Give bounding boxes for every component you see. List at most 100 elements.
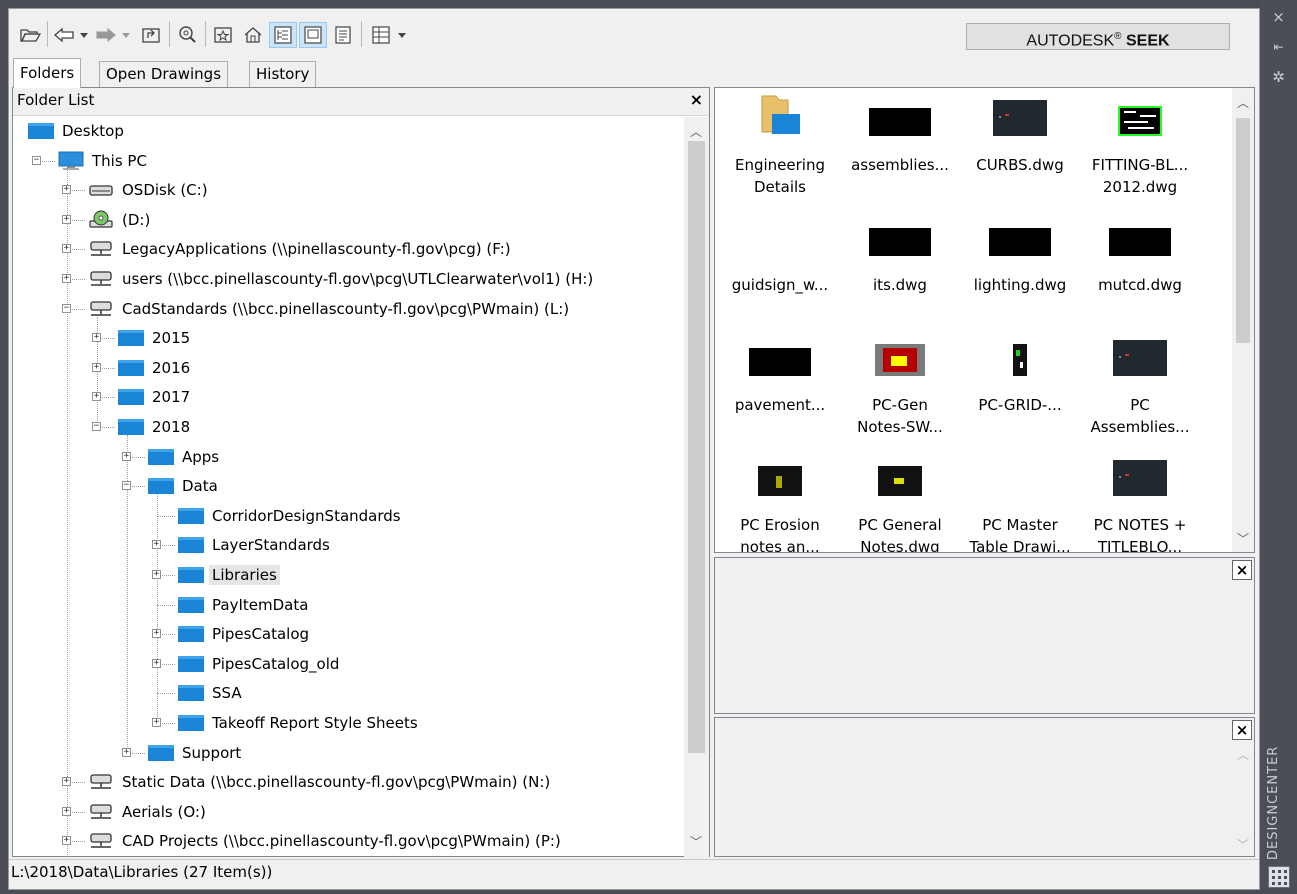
content-item[interactable]: mutcd.dwg bbox=[1081, 216, 1199, 326]
load-folder-icon[interactable] bbox=[17, 22, 43, 48]
tab-history[interactable]: History bbox=[249, 61, 317, 88]
tree-node[interactable]: users (\\bcc.pinellascounty-fl.gov\pcg\U… bbox=[87, 265, 596, 293]
tree-node[interactable]: CAD Projects (\\bcc.pinellascounty-fl.go… bbox=[87, 827, 564, 855]
collapse-icon[interactable]: − bbox=[92, 422, 101, 431]
scroll-down-arrow-icon[interactable]: ﹀ bbox=[1237, 836, 1249, 853]
tree-node[interactable]: PipesCatalog bbox=[177, 620, 312, 648]
forward-dropdown-icon[interactable] bbox=[119, 22, 133, 48]
expand-icon[interactable]: + bbox=[152, 629, 161, 639]
tree-node-label[interactable]: 2016 bbox=[149, 358, 193, 378]
back-icon[interactable] bbox=[51, 22, 77, 48]
content-item[interactable]: PC NOTES + TITLEBLO... bbox=[1081, 456, 1199, 552]
expand-icon[interactable]: + bbox=[62, 836, 71, 846]
tree-node-label[interactable]: users (\\bcc.pinellascounty-fl.gov\pcg\U… bbox=[119, 269, 596, 289]
scrollbar-thumb[interactable] bbox=[1236, 118, 1250, 343]
tree-node-label[interactable]: 2015 bbox=[149, 328, 193, 348]
description-close-button[interactable]: × bbox=[1232, 720, 1252, 740]
content-item[interactable]: PC General Notes.dwg bbox=[841, 456, 959, 552]
tree-node[interactable]: Desktop bbox=[27, 117, 127, 145]
tree-node[interactable]: 2015 bbox=[117, 324, 193, 352]
tree-node[interactable]: Static Data (\\bcc.pinellascounty-fl.gov… bbox=[87, 768, 553, 796]
up-folder-icon[interactable] bbox=[137, 22, 165, 48]
tree-node-label[interactable]: CadStandards (\\bcc.pinellascounty-fl.go… bbox=[119, 299, 572, 319]
expand-icon[interactable]: + bbox=[62, 244, 71, 254]
expand-icon[interactable]: + bbox=[122, 451, 131, 461]
folder-list-close-button[interactable]: × bbox=[690, 90, 703, 109]
tree-node-label[interactable]: Aerials (O:) bbox=[119, 802, 209, 822]
content-item[interactable]: pavement... bbox=[721, 336, 839, 446]
tree-node[interactable]: 2018 bbox=[117, 413, 193, 441]
tree-node[interactable]: OSDisk (C:) bbox=[87, 176, 211, 204]
tree-node[interactable]: 2017 bbox=[117, 383, 193, 411]
forward-icon[interactable] bbox=[93, 22, 119, 48]
content-item[interactable]: PC Master Table Drawi... bbox=[961, 456, 1079, 552]
scroll-up-arrow-icon[interactable]: ︿ bbox=[1237, 94, 1249, 111]
content-item[interactable]: its.dwg bbox=[841, 216, 959, 326]
tree-node[interactable]: Libraries bbox=[177, 561, 280, 589]
content-item[interactable]: PC Assemblies... bbox=[1081, 336, 1199, 446]
tab-folders[interactable]: Folders bbox=[13, 58, 82, 88]
expand-icon[interactable]: + bbox=[152, 658, 161, 668]
tree-node[interactable]: LegacyApplications (\\pinellascounty-fl.… bbox=[87, 235, 514, 263]
tree-node-label[interactable]: PayItemData bbox=[209, 595, 311, 615]
content-item[interactable]: CURBS.dwg bbox=[961, 96, 1079, 206]
tree-node-label[interactable]: 2018 bbox=[149, 417, 193, 437]
tree-node-label[interactable]: Desktop bbox=[59, 121, 127, 141]
tree-node-label[interactable]: PipesCatalog bbox=[209, 624, 312, 644]
content-item[interactable]: PC-Gen Notes-SW... bbox=[841, 336, 959, 446]
preview-toggle-icon[interactable] bbox=[299, 22, 327, 48]
content-item[interactable]: guidsign_w... bbox=[721, 216, 839, 326]
tree-node-label[interactable]: Support bbox=[179, 743, 244, 763]
tree-node[interactable]: CadStandards (\\bcc.pinellascounty-fl.go… bbox=[87, 295, 572, 323]
tree-node[interactable]: (D:) bbox=[87, 206, 153, 234]
views-dropdown-icon[interactable] bbox=[395, 22, 409, 48]
tree-node[interactable]: PayItemData bbox=[177, 591, 311, 619]
scroll-down-arrow-icon[interactable]: ﹀ bbox=[690, 833, 702, 850]
expand-icon[interactable]: + bbox=[62, 806, 71, 816]
tree-node-label[interactable]: This PC bbox=[89, 151, 150, 171]
tree-node-label[interactable]: 2017 bbox=[149, 387, 193, 407]
expand-icon[interactable]: + bbox=[92, 392, 101, 402]
tree-node-label[interactable]: PipesCatalog_old bbox=[209, 654, 342, 674]
tree-node[interactable]: SSA bbox=[177, 679, 245, 707]
expand-icon[interactable]: + bbox=[62, 274, 71, 283]
tree-node-label[interactable]: LayerStandards bbox=[209, 535, 333, 555]
tree-node-label[interactable]: Apps bbox=[179, 447, 222, 467]
autodesk-seek-button[interactable]: AUTODESK® SEEK bbox=[966, 23, 1230, 50]
properties-gear-icon[interactable]: ✲ bbox=[1260, 68, 1297, 86]
expand-icon[interactable]: + bbox=[152, 570, 161, 579]
content-scrollbar[interactable]: ︿ ﹀ bbox=[1232, 88, 1254, 552]
collapse-icon[interactable]: − bbox=[62, 303, 71, 313]
tree-node-label[interactable]: SSA bbox=[209, 683, 245, 703]
tree-view-toggle-icon[interactable] bbox=[269, 22, 297, 48]
expand-icon[interactable]: + bbox=[152, 540, 161, 550]
views-icon[interactable] bbox=[367, 22, 395, 48]
auto-hide-icon[interactable]: ⇤ bbox=[1260, 40, 1297, 54]
content-item[interactable]: Engineering Details bbox=[721, 95, 839, 206]
scrollbar-thumb[interactable] bbox=[688, 141, 705, 753]
tree-node[interactable]: LayerStandards bbox=[177, 531, 333, 559]
favorites-icon[interactable] bbox=[209, 22, 237, 48]
tree-node-label[interactable]: (D:) bbox=[119, 210, 153, 230]
expand-icon[interactable]: + bbox=[152, 718, 161, 727]
content-item[interactable]: PC Erosion notes an... bbox=[721, 456, 839, 552]
tree-node[interactable]: Aerials (O:) bbox=[87, 798, 209, 826]
search-icon[interactable] bbox=[173, 22, 201, 48]
tree-node[interactable]: Takeoff Report Style Sheets bbox=[177, 709, 421, 737]
tree-node-label[interactable]: Libraries bbox=[209, 565, 280, 585]
folder-tree-scrollbar[interactable]: ︿ ﹀ bbox=[684, 117, 709, 857]
description-scrollbar[interactable]: ︿ ﹀ bbox=[1232, 742, 1254, 856]
tree-node[interactable]: Support bbox=[147, 739, 244, 767]
content-item[interactable]: lighting.dwg bbox=[961, 216, 1079, 326]
scroll-up-arrow-icon[interactable]: ︿ bbox=[690, 123, 702, 140]
palette-grip-icon[interactable] bbox=[1268, 866, 1290, 888]
home-icon[interactable] bbox=[239, 22, 267, 48]
tree-node[interactable]: Data bbox=[147, 472, 221, 500]
expand-icon[interactable]: + bbox=[92, 333, 101, 343]
content-item[interactable]: FITTING-BL... 2012.dwg bbox=[1081, 96, 1199, 206]
scroll-up-arrow-icon[interactable]: ︿ bbox=[1237, 746, 1249, 763]
scroll-down-arrow-icon[interactable]: ﹀ bbox=[1237, 530, 1249, 547]
tree-node-label[interactable]: CAD Projects (\\bcc.pinellascounty-fl.go… bbox=[119, 831, 564, 851]
tree-node[interactable]: PipesCatalog_old bbox=[177, 650, 342, 678]
tree-node-label[interactable]: Data bbox=[179, 476, 221, 496]
